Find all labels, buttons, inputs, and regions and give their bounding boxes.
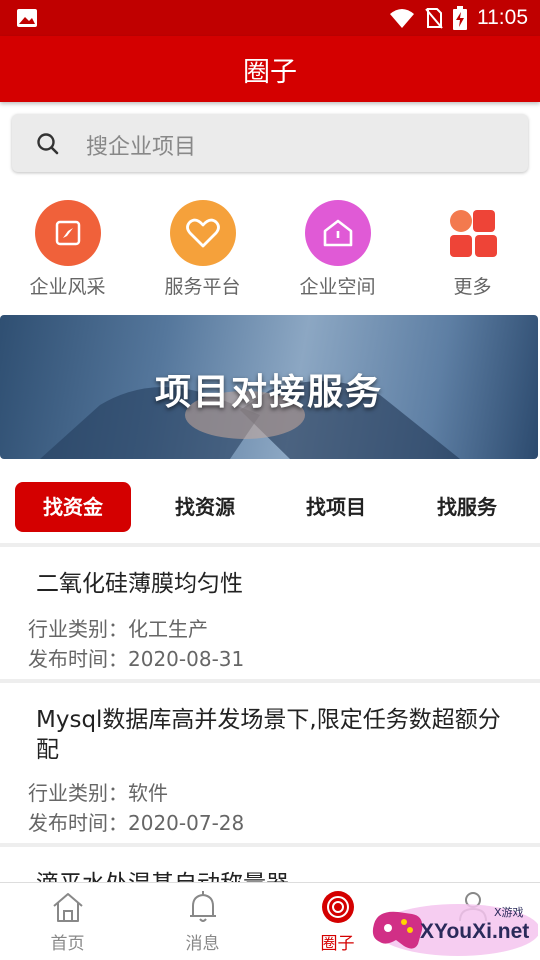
search-icon xyxy=(37,133,59,155)
list-item[interactable]: Mysql数据库高并发场景下,限定任务数超额分配 行业类别：软件 发布时间：20… xyxy=(0,683,540,843)
list-item-date: 发布时间：2020-08-31 xyxy=(28,647,245,671)
wifi-icon xyxy=(390,9,414,28)
quick-link-more[interactable]: 更多 xyxy=(405,198,540,298)
status-time: 11:05 xyxy=(477,6,528,29)
watermark-text: XYouXi.net xyxy=(420,920,530,943)
home-icon xyxy=(304,200,371,266)
list-item-title: 二氧化硅薄膜均匀性 xyxy=(36,571,243,597)
quick-link-enterprise-space[interactable]: 企业空间 xyxy=(270,198,405,298)
list-item-category: 行业类别：化工生产 xyxy=(28,617,208,641)
category-tabs: 找资金 找资源 找项目 找服务 xyxy=(0,480,540,536)
battery-charging-icon xyxy=(453,6,467,30)
status-bar: 11:05 xyxy=(0,0,540,36)
quick-link-service-platform[interactable]: 服务平台 xyxy=(135,198,270,298)
promo-banner[interactable]: 项目对接服务 xyxy=(0,315,538,459)
bell-icon xyxy=(185,889,221,925)
watermark-logo: X游戏 XYouXi.net xyxy=(368,900,538,958)
no-sim-icon xyxy=(425,8,443,29)
home-outline-icon xyxy=(50,889,86,925)
nav-label: 首页 xyxy=(50,934,85,954)
banner-title: 项目对接服务 xyxy=(154,372,383,413)
image-icon xyxy=(17,9,37,27)
tab-find-funds[interactable]: 找资金 xyxy=(15,482,131,532)
list-item-category: 行业类别：软件 xyxy=(28,781,168,805)
search-bar[interactable]: 搜企业项目 xyxy=(12,114,528,172)
compass-icon xyxy=(34,200,101,266)
tab-find-projects[interactable]: 找项目 xyxy=(278,482,394,532)
page-title: 圈子 xyxy=(243,57,297,88)
tab-find-services[interactable]: 找服务 xyxy=(409,482,525,532)
app-header: 圈子 xyxy=(0,36,540,102)
list-item[interactable]: 滴平水处混基自动称量器 xyxy=(0,847,540,882)
quick-link-enterprise-style[interactable]: 企业风采 xyxy=(0,198,135,298)
nav-home[interactable]: 首页 xyxy=(0,889,135,955)
search-placeholder: 搜企业项目 xyxy=(86,135,197,160)
grid-icon xyxy=(440,200,506,266)
list-item-title: 滴平水处混基自动称量器 xyxy=(36,869,506,882)
list-item[interactable]: 二氧化硅薄膜均匀性 行业类别：化工生产 发布时间：2020-08-31 xyxy=(0,547,540,679)
watermark-small-text: X游戏 xyxy=(494,906,524,919)
nav-label: 消息 xyxy=(185,934,220,954)
circle-target-icon xyxy=(320,889,356,925)
heart-icon xyxy=(169,200,236,266)
quick-link-label: 服务平台 xyxy=(164,276,241,298)
quick-links: 企业风采 服务平台 企业空间 更多 xyxy=(0,198,540,298)
tab-find-resources[interactable]: 找资源 xyxy=(147,482,263,532)
list-item-title: Mysql数据库高并发场景下,限定任务数超额分配 xyxy=(36,707,501,763)
quick-link-label: 企业空间 xyxy=(299,276,376,298)
quick-link-label: 更多 xyxy=(453,276,492,298)
list-item-date: 发布时间：2020-07-28 xyxy=(28,811,245,835)
nav-messages[interactable]: 消息 xyxy=(135,889,270,955)
quick-link-label: 企业风采 xyxy=(29,276,106,298)
